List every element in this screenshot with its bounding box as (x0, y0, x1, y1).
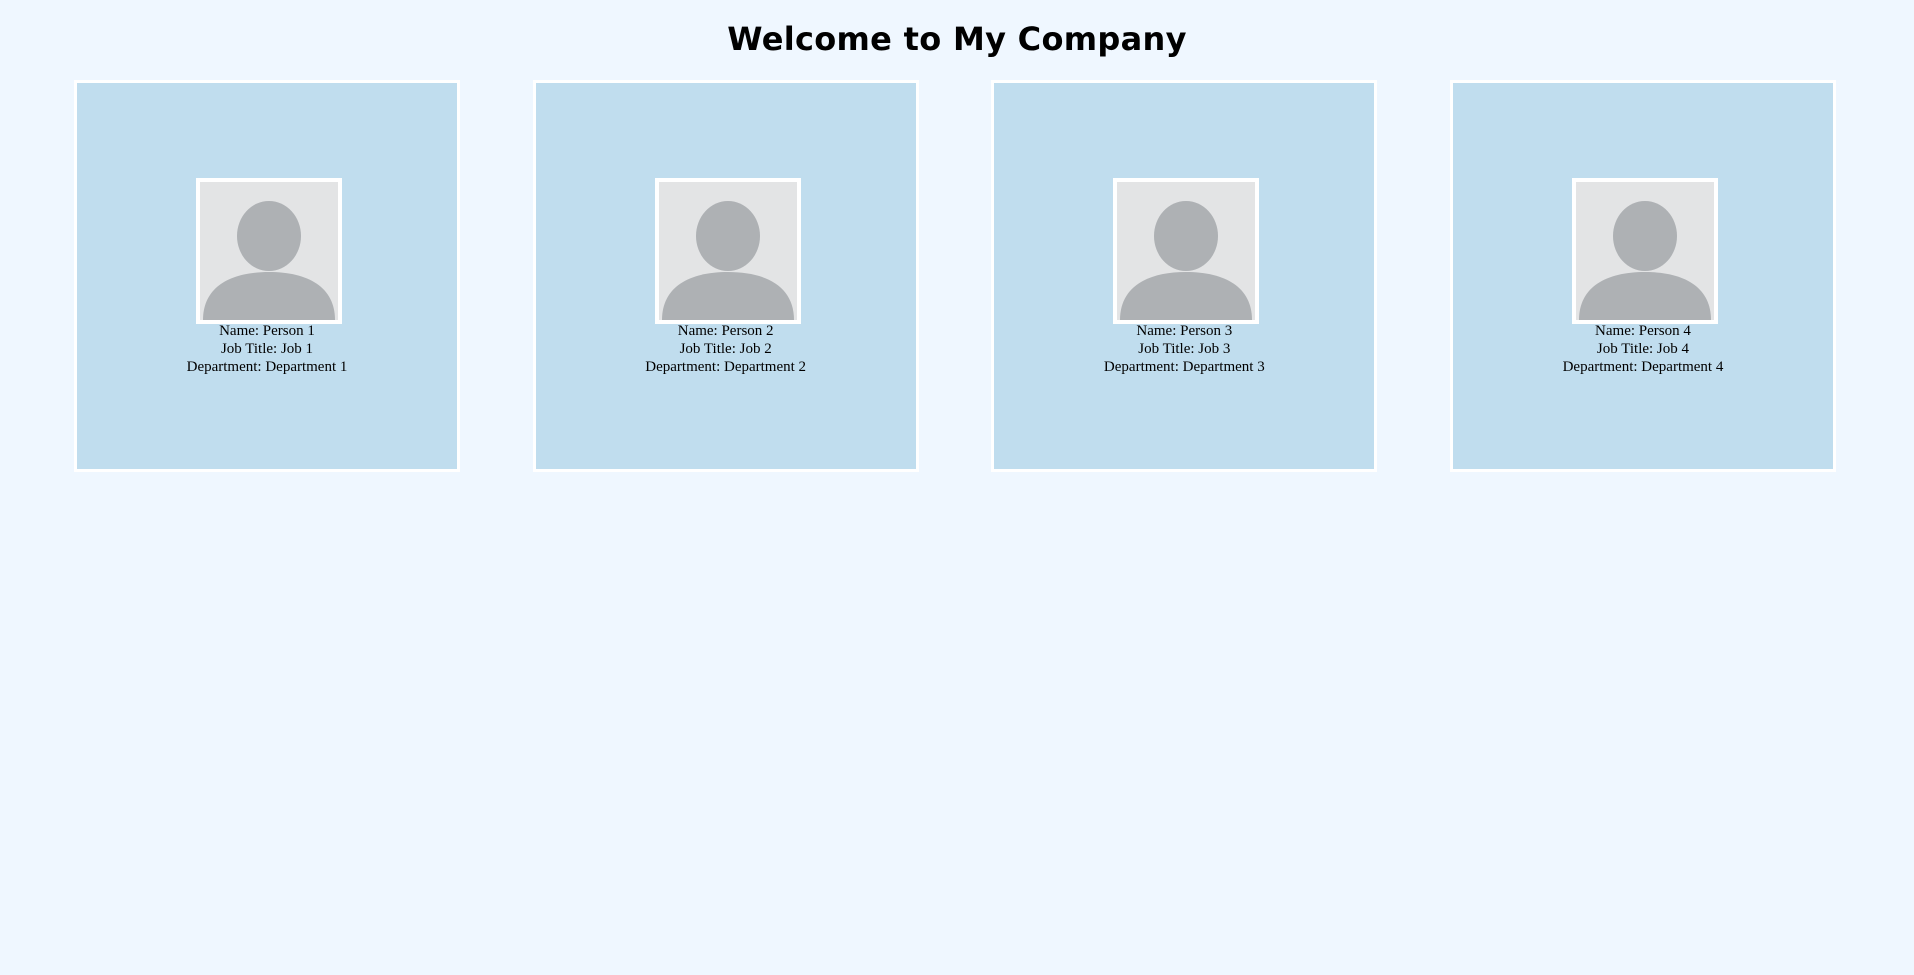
employee-info: Name: Person 2 Job Title: Job 2 Departme… (536, 322, 916, 376)
employee-department: Department: Department 4 (1562, 359, 1724, 375)
employee-name: Name: Person 4 (1595, 323, 1691, 339)
employee-info: Name: Person 1 Job Title: Job 1 Departme… (77, 322, 457, 376)
employee-department: Department: Department 2 (645, 359, 807, 375)
page-title: Welcome to My Company (727, 20, 1187, 58)
user-silhouette-icon (196, 178, 342, 324)
employee-info: Name: Person 3 Job Title: Job 3 Departme… (994, 322, 1374, 376)
employee-job-title: Job Title: Job 4 (1596, 341, 1690, 357)
employee-job-title: Job Title: Job 2 (679, 341, 772, 357)
user-silhouette-icon (1571, 178, 1718, 324)
employee-card-list: Name: Person 1 Job Title: Job 1 Departme… (74, 80, 1836, 472)
user-silhouette-icon (654, 178, 801, 324)
employee-card: Name: Person 1 Job Title: Job 1 Departme… (74, 80, 460, 472)
employee-card: Name: Person 4 Job Title: Job 4 Departme… (1449, 80, 1836, 472)
employee-card: Name: Person 3 Job Title: Job 3 Departme… (991, 80, 1378, 472)
employee-department: Department: Department 3 (1103, 359, 1265, 375)
employee-department: Department: Department 1 (186, 359, 348, 375)
employee-name: Name: Person 3 (1136, 323, 1233, 339)
employee-name: Name: Person 1 (219, 323, 315, 339)
employee-card: Name: Person 2 Job Title: Job 2 Departme… (532, 80, 919, 472)
employee-info: Name: Person 4 Job Title: Job 4 Departme… (1453, 322, 1833, 376)
employee-job-title: Job Title: Job 1 (220, 341, 314, 357)
employee-job-title: Job Title: Job 3 (1138, 341, 1231, 357)
user-silhouette-icon (1113, 178, 1260, 324)
employee-name: Name: Person 2 (677, 323, 774, 339)
